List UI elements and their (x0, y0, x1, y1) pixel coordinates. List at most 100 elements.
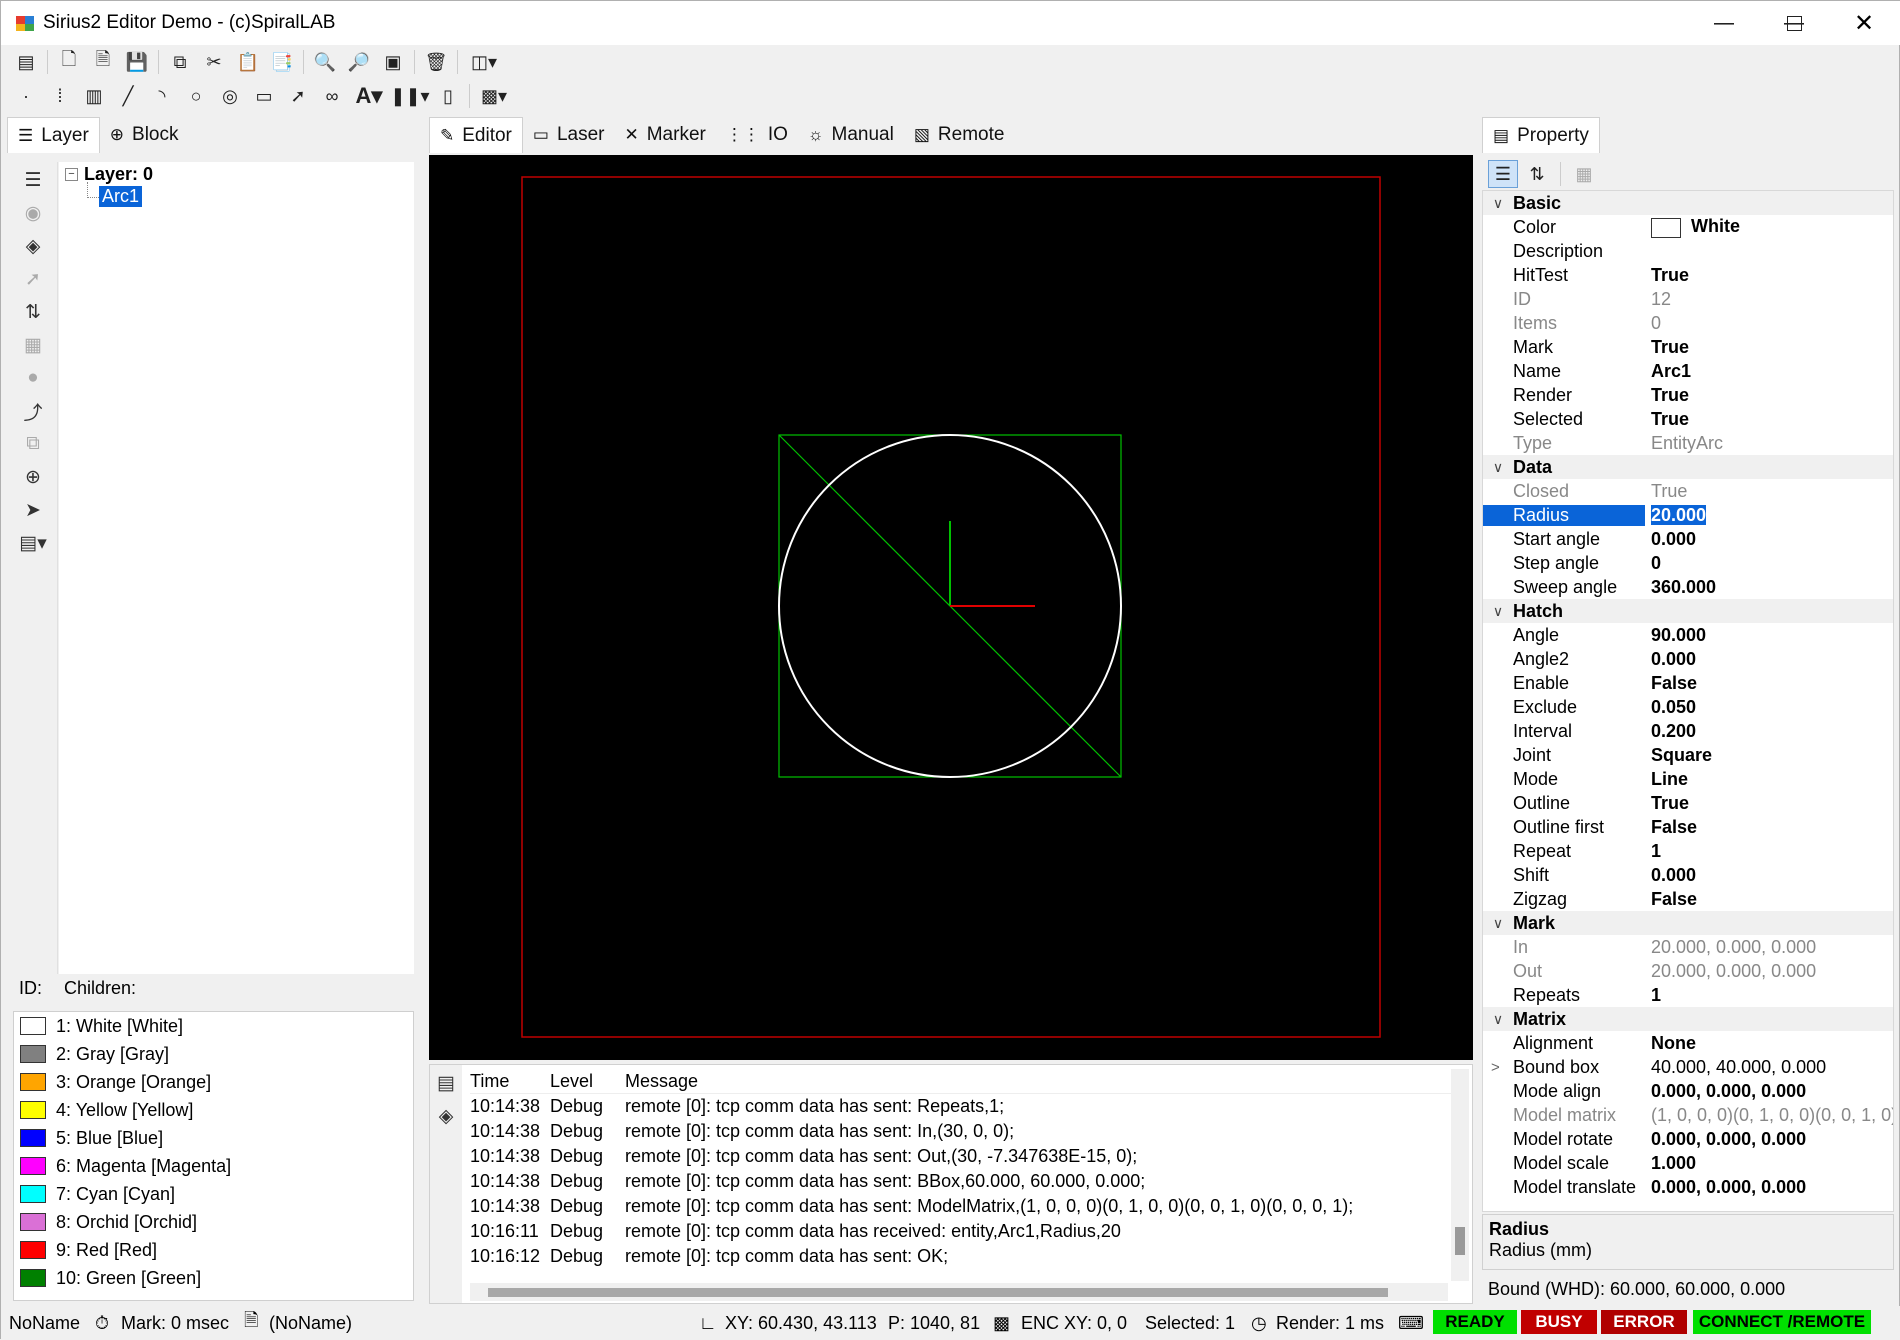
property-row[interactable]: Sweep angle 360.000 (1483, 575, 1893, 599)
property-row[interactable]: Render True (1483, 383, 1893, 407)
tab-layer[interactable]: ☰ Layer (7, 117, 100, 153)
log-row[interactable]: 10:14:38 Debug remote [0]: tcp comm data h… (470, 1119, 1460, 1144)
property-category-hatch[interactable]: ∨ Hatch (1483, 599, 1893, 623)
tab-laser[interactable]: ▭ Laser (523, 117, 615, 153)
property-row[interactable]: Enable False (1483, 671, 1893, 695)
log-row[interactable]: 10:14:38 Debug remote [0]: tcp comm data h… (470, 1169, 1460, 1194)
control-dropdown-icon[interactable]: ▩▾ (474, 81, 514, 111)
eraser-icon[interactable]: ◈ (430, 1101, 462, 1131)
property-row[interactable]: Model translate 0.000, 0.000, 0.000 (1483, 1175, 1893, 1199)
property-row[interactable]: Start angle 0.000 (1483, 527, 1893, 551)
chevron-down-icon[interactable]: ∨ (1483, 603, 1513, 620)
tab-remote[interactable]: ▧ Remote (904, 117, 1015, 153)
property-row[interactable]: In 20.000, 0.000, 0.000 (1483, 935, 1893, 959)
property-row[interactable]: Interval 0.200 (1483, 719, 1893, 743)
property-category-matrix[interactable]: ∨ Matrix (1483, 1007, 1893, 1031)
property-value[interactable]: True (1645, 385, 1893, 406)
fill-icon[interactable]: ◈ (13, 231, 53, 261)
pen-item[interactable]: 10: Green [Green] (14, 1264, 413, 1292)
property-value[interactable]: 20.000 (1645, 504, 1893, 526)
property-row[interactable]: Shift 0.000 (1483, 863, 1893, 887)
minimize-btn[interactable]: — (1689, 1, 1759, 45)
property-row[interactable]: Outline first False (1483, 815, 1893, 839)
property-row[interactable]: Exclude 0.050 (1483, 695, 1893, 719)
property-value[interactable]: 0.000, 0.000, 0.000 (1645, 1081, 1893, 1102)
log-header-time[interactable]: Time (470, 1071, 550, 1092)
property-value[interactable]: 0 (1645, 553, 1893, 574)
property-row[interactable]: Description (1483, 239, 1893, 263)
property-row[interactable]: Model matrix (1, 0, 0, 0)(0, 1, 0, 0)(0, … (1483, 1103, 1893, 1127)
log-header-message[interactable]: Message (625, 1071, 1460, 1092)
property-value[interactable]: 0.000 (1645, 649, 1893, 670)
polyline-icon[interactable]: ➚ (281, 81, 315, 111)
arc-icon[interactable]: ◝ (145, 81, 179, 111)
property-value[interactable]: False (1645, 889, 1893, 910)
rectangle-icon[interactable]: ▭ (247, 81, 281, 111)
zoom-out-icon[interactable]: 🔍 (308, 47, 342, 77)
editor-canvas[interactable] (429, 155, 1473, 1060)
raster-icon[interactable]: ▥ (77, 81, 111, 111)
copy-icon[interactable]: ⧉ (163, 47, 197, 77)
property-row[interactable]: Closed True (1483, 479, 1893, 503)
property-value[interactable]: 90.000 (1645, 625, 1893, 646)
property-category-data[interactable]: ∨ Data (1483, 455, 1893, 479)
property-value[interactable]: 0.200 (1645, 721, 1893, 742)
property-row[interactable]: Selected True (1483, 407, 1893, 431)
property-value[interactable]: Square (1645, 745, 1893, 766)
pen-item[interactable]: 7: Cyan [Cyan] (14, 1180, 413, 1208)
property-row[interactable]: Name Arc1 (1483, 359, 1893, 383)
chevron-down-icon[interactable]: ∨ (1483, 915, 1513, 932)
group-icon[interactable]: ● (13, 363, 53, 393)
property-row[interactable]: > Bound box 40.000, 40.000, 0.000 (1483, 1055, 1893, 1079)
categorized-icon[interactable]: ☰ (1488, 160, 1518, 188)
zoom-in-icon[interactable]: 🔎 (342, 47, 376, 77)
collapse-icon[interactable]: − (65, 168, 78, 181)
close-button[interactable]: ✕ (1829, 1, 1899, 45)
log-hscroll-thumb[interactable] (488, 1288, 1388, 1297)
property-row[interactable]: Out 20.000, 0.000, 0.000 (1483, 959, 1893, 983)
property-row[interactable]: Type EntityArc (1483, 431, 1893, 455)
pen-item[interactable]: 4: Yellow [Yellow] (14, 1096, 413, 1124)
property-row[interactable]: Outline True (1483, 791, 1893, 815)
chevron-down-icon[interactable]: ∨ (1483, 459, 1513, 476)
log-hscrollbar[interactable] (470, 1283, 1448, 1301)
log-vscroll-thumb[interactable] (1455, 1227, 1465, 1255)
property-value[interactable]: Arc1 (1645, 361, 1893, 382)
tab-editor[interactable]: ✎ Editor (429, 117, 523, 153)
3d-icon[interactable]: ◉ (13, 198, 53, 228)
property-value[interactable]: True (1645, 265, 1893, 286)
property-value[interactable]: 0.000, 0.000, 0.000 (1645, 1177, 1893, 1198)
line-icon[interactable]: ╱ (111, 81, 145, 111)
property-value[interactable]: 0.050 (1645, 697, 1893, 718)
log-row[interactable]: 10:14:38 Debug remote [0]: tcp comm data h… (470, 1094, 1460, 1119)
explode-icon[interactable]: ▦ (13, 330, 53, 360)
property-row[interactable]: Mark True (1483, 335, 1893, 359)
property-row[interactable]: Angle 90.000 (1483, 623, 1893, 647)
step-in-icon[interactable]: ⊕ (13, 462, 53, 492)
options-dropdown-icon[interactable]: ▤▾ (13, 528, 53, 558)
property-row[interactable]: Zigzag False (1483, 887, 1893, 911)
about-icon[interactable]: ▤ (9, 47, 43, 77)
tab-block[interactable]: ⊕ Block (100, 117, 189, 153)
property-row[interactable]: Angle2 0.000 (1483, 647, 1893, 671)
sort-icon[interactable]: ⇅ (13, 297, 53, 327)
branch-icon[interactable]: ⤴ (13, 396, 53, 426)
property-row[interactable]: Color White (1483, 215, 1893, 239)
property-value[interactable]: 0.000 (1645, 865, 1893, 886)
open-file-icon[interactable]: 🗎 (86, 47, 120, 77)
log-vscrollbar[interactable] (1451, 1069, 1469, 1281)
property-row[interactable]: HitTest True (1483, 263, 1893, 287)
tab-io[interactable]: ⋮⋮ IO (716, 117, 798, 153)
pen-item[interactable]: 8: Orchid [Orchid] (14, 1208, 413, 1236)
property-value[interactable]: True (1645, 793, 1893, 814)
property-row[interactable]: Model rotate 0.000, 0.000, 0.000 (1483, 1127, 1893, 1151)
save-icon[interactable]: 💾 (120, 47, 154, 77)
log-row[interactable]: 10:16:12 Debug remote [0]: tcp comm data h… (470, 1244, 1460, 1269)
tab-manual[interactable]: ☼ Manual (798, 117, 904, 153)
text-dropdown-icon[interactable]: A▾ (349, 81, 389, 111)
property-value[interactable]: True (1645, 337, 1893, 358)
property-value[interactable]: White (1645, 216, 1893, 238)
property-row[interactable]: Step angle 0 (1483, 551, 1893, 575)
property-row[interactable]: Mode Line (1483, 767, 1893, 791)
property-row[interactable]: Model scale 1.000 (1483, 1151, 1893, 1175)
